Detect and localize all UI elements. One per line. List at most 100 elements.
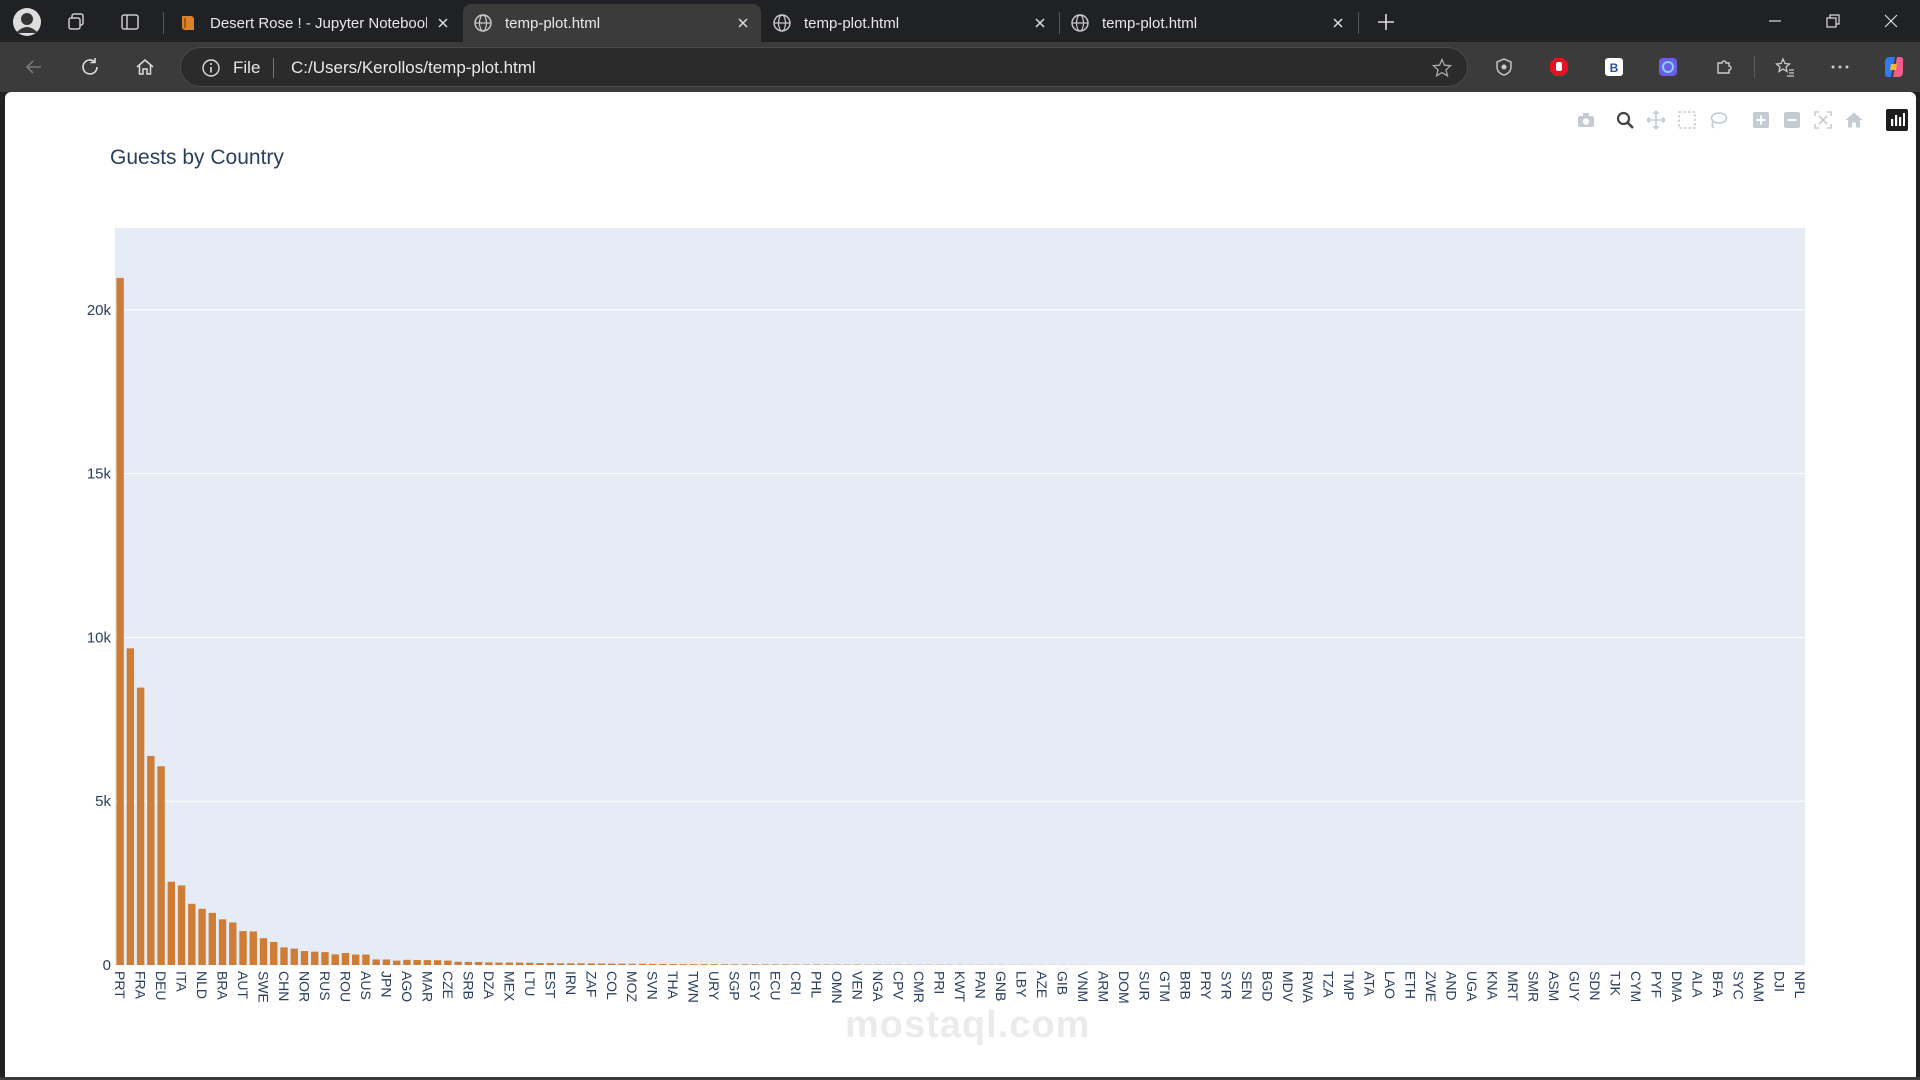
bar[interactable] [597,963,606,965]
bar[interactable] [526,962,534,965]
plotly-logo[interactable] [1884,107,1909,132]
bar[interactable] [372,959,380,965]
bar[interactable] [474,962,483,965]
extension-shield-button[interactable] [1490,53,1518,81]
zoom-in-button[interactable] [1748,107,1773,132]
url-text[interactable]: C:/Users/Kerollos/temp-plot.html [291,58,536,78]
bar[interactable] [730,964,739,965]
bar[interactable] [229,922,237,965]
bar[interactable] [116,277,124,965]
bar[interactable] [136,687,145,965]
home-button[interactable] [131,53,159,81]
bar[interactable] [147,755,155,965]
lasso-select-button[interactable] [1705,107,1730,132]
bar[interactable] [628,963,636,965]
bar[interactable] [352,954,360,965]
more-menu-button[interactable] [1826,53,1854,81]
copilot-button[interactable] [1879,52,1909,82]
bar[interactable] [413,959,421,965]
bar[interactable] [515,962,524,965]
bar[interactable] [454,961,462,965]
extension-b-button[interactable]: B [1600,53,1628,81]
bar[interactable] [177,885,186,965]
new-tab-button[interactable] [1372,8,1400,36]
close-icon[interactable] [1032,15,1048,31]
extensions-button[interactable] [1710,53,1738,81]
reset-axes-button[interactable] [1841,107,1866,132]
bar[interactable] [536,963,544,965]
refresh-button[interactable] [76,53,104,81]
bar[interactable] [659,964,667,965]
bar[interactable] [362,954,370,965]
bar[interactable] [669,964,677,965]
tab-actions-button[interactable] [116,8,144,36]
bar[interactable] [392,960,401,965]
close-icon[interactable] [435,15,451,31]
bar[interactable] [311,951,319,965]
bar[interactable] [782,964,790,965]
bar[interactable] [444,960,452,965]
bar[interactable] [505,962,514,965]
bar[interactable] [157,766,165,965]
bar[interactable] [280,947,288,965]
bar[interactable] [331,954,339,965]
close-icon[interactable] [735,15,751,31]
bar[interactable] [495,962,503,965]
bar[interactable] [433,960,442,965]
bar[interactable] [341,953,350,965]
bar[interactable] [741,964,749,965]
tab-jupyter[interactable]: Desert Rose ! - Jupyter Notebook [168,4,461,42]
extension-adblock-button[interactable] [1545,53,1573,81]
back-button[interactable] [20,53,48,81]
bar[interactable] [679,964,688,965]
tab-temp-plot-2[interactable]: temp-plot.html [762,4,1058,42]
bar[interactable] [188,903,196,965]
bar[interactable] [638,963,647,965]
bar[interactable] [771,964,780,965]
download-png-button[interactable] [1573,107,1598,132]
bar[interactable] [382,959,391,965]
bar[interactable] [218,919,227,965]
bar[interactable] [608,963,616,965]
close-window-button[interactable] [1876,6,1906,36]
info-icon[interactable] [201,58,221,78]
favorites-button[interactable] [1771,53,1799,81]
box-select-button[interactable] [1674,107,1699,132]
bar[interactable] [403,959,411,965]
bar[interactable] [700,964,708,965]
bar[interactable] [423,960,432,965]
tab-temp-plot-3[interactable]: temp-plot.html [1060,4,1356,42]
bar[interactable] [290,948,298,965]
bar[interactable] [618,963,626,965]
bar[interactable] [567,963,575,965]
profile-avatar[interactable] [10,5,44,39]
bar[interactable] [577,963,585,965]
bar[interactable] [587,963,595,965]
bar[interactable] [556,963,565,965]
bar[interactable] [249,931,257,965]
minimize-button[interactable] [1760,6,1790,36]
favorite-star-icon[interactable] [1431,57,1453,79]
bar[interactable] [761,964,770,965]
bar[interactable] [751,964,759,965]
bar[interactable] [464,961,473,965]
bar[interactable] [167,881,176,965]
workspaces-button[interactable] [62,8,90,36]
bar[interactable] [720,964,729,965]
bar[interactable] [485,962,493,965]
bar[interactable] [239,931,247,965]
restore-button[interactable] [1818,6,1848,36]
bar[interactable] [710,964,718,965]
bar[interactable] [208,912,216,965]
extension-image-button[interactable] [1654,53,1682,81]
zoom-button[interactable] [1612,107,1637,132]
bar[interactable] [259,938,268,965]
pan-button[interactable] [1643,107,1668,132]
address-bar[interactable]: File C:/Users/Kerollos/temp-plot.html [180,47,1468,87]
bar[interactable] [649,963,657,965]
zoom-out-button[interactable] [1779,107,1804,132]
autoscale-button[interactable] [1810,107,1835,132]
bar[interactable] [126,648,135,965]
bar[interactable] [690,964,698,965]
bar[interactable] [198,908,206,965]
